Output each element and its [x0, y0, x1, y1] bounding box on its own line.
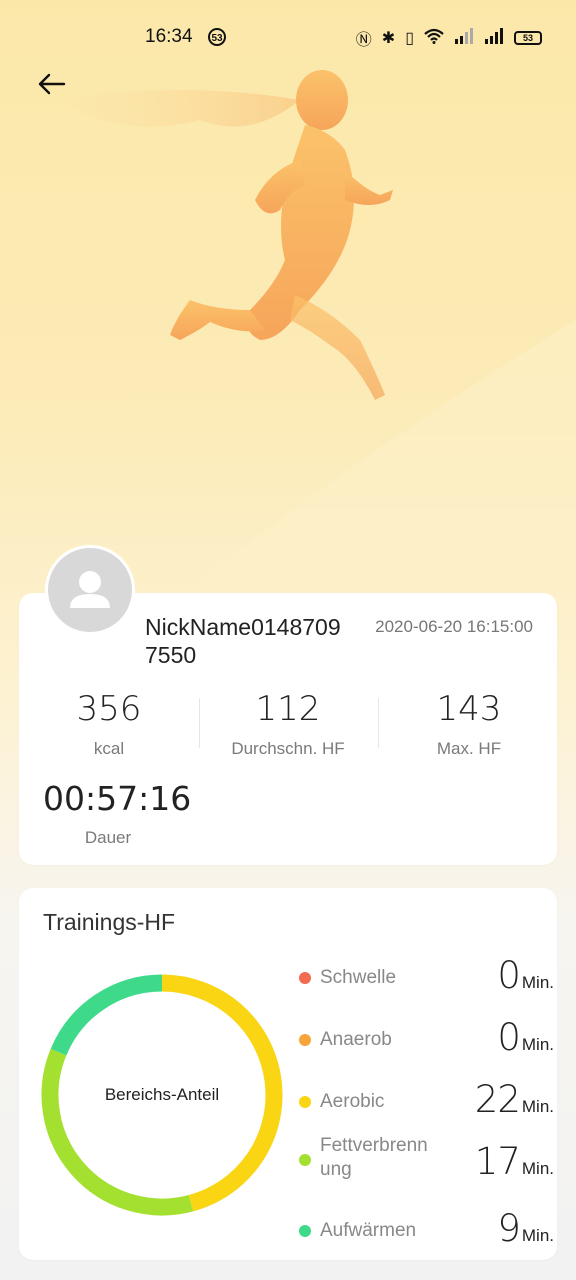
avatar[interactable] [45, 545, 135, 635]
stat-value: 112 [255, 689, 321, 729]
signal-icon-2 [484, 27, 504, 49]
zone-label: Schwelle [320, 967, 397, 988]
zone-dot [299, 1096, 311, 1108]
stat-kcal: 356 kcal [24, 689, 194, 759]
nfc-icon: Ⓝ [355, 32, 372, 49]
nickname: NickName01487097550 [145, 614, 341, 668]
zone-label: Aufwärmen [320, 1220, 417, 1241]
vibrate-icon: ▯ [405, 30, 414, 47]
zone-value: 17 Min. [475, 1140, 554, 1183]
notification-count-badge: 53 [208, 28, 226, 46]
stat-max-hr: 143 Max. HF [384, 689, 554, 759]
training-hr-card: Trainings-HF Bereichs-Anteil Schwelle 0M… [19, 888, 557, 1260]
status-time: 16:34 [145, 26, 193, 47]
zone-minutes: 0 [497, 954, 521, 997]
stat-label: Max. HF [436, 739, 502, 758]
stat-label: kcal [93, 739, 125, 758]
zone-row-fettverbrennung: Fettverbrennung 17 Min. [299, 1134, 554, 1184]
zone-minutes: 22 [474, 1078, 521, 1121]
donut-center-label: Bereichs-Anteil [104, 1085, 220, 1104]
zone-value: 0 Min. [497, 1016, 554, 1059]
duration-value: 00:57:16 [43, 779, 192, 818]
zone-label: Anaerob [320, 1029, 392, 1050]
divider [378, 698, 379, 748]
stat-avg-hr: 112 Durchschn. HF [203, 689, 373, 759]
stat-value: 143 [436, 689, 502, 729]
zone-unit: Min. [521, 1035, 554, 1054]
runner-illustration [60, 70, 576, 580]
battery-icon: 53 [514, 31, 542, 45]
user-icon [70, 571, 110, 608]
zone-row-schwelle: Schwelle 0 Min. [299, 954, 554, 1012]
zone-value: 22 Min. [475, 1078, 554, 1121]
section-title: Trainings-HF [43, 909, 176, 935]
bluetooth-icon: ✱ [381, 30, 396, 47]
duration: 00:57:16 Dauer [43, 779, 192, 848]
zone-minutes: 17 [474, 1140, 521, 1183]
status-icons: Ⓝ ✱ ▯ 53 [356, 26, 542, 50]
zone-dot [299, 1225, 311, 1237]
zone-unit: Min. [521, 1159, 554, 1178]
zone-dot [299, 1154, 311, 1166]
signal-icon-1 [454, 27, 474, 49]
stat-value: 356 [76, 689, 142, 729]
zone-minutes: 9 [497, 1207, 521, 1250]
workout-date: 2020-06-20 16:15:00 [375, 617, 533, 636]
zone-minutes: 0 [497, 1016, 521, 1059]
stat-label: Durchschn. HF [231, 739, 345, 758]
zone-label: Aerobic [320, 1091, 385, 1112]
duration-label: Dauer [84, 828, 132, 847]
zone-row-anaerob: Anaerob 0 Min. [299, 1016, 554, 1074]
zone-unit: Min. [521, 1226, 554, 1245]
zone-row-aerobic: Aerobic 22 Min. [299, 1078, 554, 1136]
zone-dot [299, 1034, 311, 1046]
zone-unit: Min. [521, 1097, 554, 1116]
zone-unit: Min. [521, 973, 554, 992]
zone-value: 0 Min. [497, 954, 554, 997]
divider [199, 698, 200, 748]
zone-value: 9 Min. [497, 1207, 554, 1250]
zone-label: Fettverbrennung [320, 1135, 428, 1180]
zone-dot [299, 972, 311, 984]
wifi-icon [424, 28, 444, 49]
zone-row-aufwaermen: Aufwärmen 9 Min. [299, 1207, 554, 1265]
